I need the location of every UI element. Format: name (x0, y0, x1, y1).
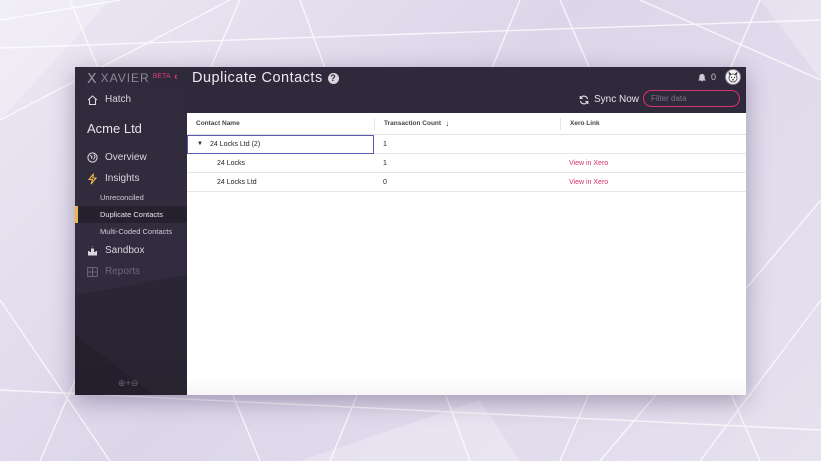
top-bar: Duplicate Contacts ? 0 Sync Now (187, 67, 746, 113)
sync-now-button[interactable]: Sync Now (579, 94, 639, 105)
caret-down-icon[interactable]: ▼ (197, 141, 203, 147)
beta-badge: BETA (152, 72, 171, 80)
sidebar-item-sandbox[interactable]: Sandbox (75, 240, 187, 261)
transaction-count: 1 (383, 159, 387, 167)
hatch-label: Hatch (105, 94, 132, 105)
transaction-count: 0 (383, 178, 387, 186)
group-cell[interactable]: ▼ 24 Locks Ltd (2) (187, 134, 374, 154)
sidebar-subitem-duplicate-contacts[interactable]: Duplicate Contacts (75, 206, 187, 223)
sidebar-item-label: Overview (105, 152, 147, 163)
notifications[interactable]: 0 (698, 72, 716, 82)
sidebar-item-label: Insights (105, 173, 140, 184)
bell-icon (698, 73, 706, 81)
app-window: Ⅹ XAVIER BETA ‹ Hatch Acme Ltd Overview (75, 67, 746, 395)
contact-name: 24 Locks (217, 159, 246, 167)
sidebar-item-insights[interactable]: Insights (75, 168, 187, 189)
group-count: 1 (383, 140, 387, 148)
duplicate-contacts-table: Contact Name Transaction Count ↓ Xero Li… (187, 113, 746, 395)
table-icon (87, 266, 98, 277)
user-avatar[interactable] (725, 69, 741, 85)
xavier-logo-icon: Ⅹ (87, 69, 98, 86)
sidebar-item-label: Sandbox (105, 245, 145, 256)
lightning-icon (87, 172, 98, 185)
column-header-xero-link[interactable]: Xero Link (560, 117, 746, 130)
view-in-xero-link[interactable]: View in Xero (560, 160, 746, 167)
sidebar: Ⅹ XAVIER BETA ‹ Hatch Acme Ltd Overview (75, 67, 187, 395)
sidebar-decoration (75, 275, 187, 395)
sidebar-subitem-unreconciled[interactable]: Unreconciled (75, 189, 187, 206)
refresh-icon (579, 95, 589, 104)
sandcastle-icon (88, 246, 97, 256)
group-name: 24 Locks Ltd (2) (209, 140, 261, 148)
sidebar-nav: Overview Insights Unreconciled Duplicate… (75, 147, 187, 282)
sidebar-item-hatch[interactable]: Hatch (87, 94, 131, 105)
sync-now-label: Sync Now (594, 94, 640, 105)
column-header-contact-name[interactable]: Contact Name (187, 118, 374, 130)
column-header-label: Transaction Count (384, 120, 442, 127)
app-logo[interactable]: Ⅹ XAVIER BETA (87, 69, 171, 86)
org-name[interactable]: Acme Ltd (87, 121, 142, 136)
sidebar-item-reports[interactable]: Reports (75, 261, 187, 282)
notification-count: 0 (711, 72, 717, 82)
table-header: Contact Name Transaction Count ↓ Xero Li… (187, 113, 746, 135)
column-header-transaction-count[interactable]: Transaction Count ↓ (374, 117, 560, 130)
table-row[interactable]: 24 Locks Ltd 0 View in Xero (187, 173, 746, 192)
sidebar-item-label: Reports (105, 266, 141, 277)
view-in-xero-link[interactable]: View in Xero (560, 179, 746, 186)
page-title: Duplicate Contacts (192, 70, 323, 86)
collapse-sidebar-icon[interactable]: ‹ (174, 71, 178, 83)
sort-desc-icon: ↓ (445, 119, 450, 128)
home-icon (87, 94, 98, 105)
sidebar-item-overview[interactable]: Overview (75, 147, 187, 168)
page-title-wrap: Duplicate Contacts ? (192, 70, 339, 86)
help-icon[interactable]: ? (327, 72, 339, 84)
contact-name: 24 Locks Ltd (217, 178, 257, 186)
footer-logo-icon: ⊕+⊖ (118, 378, 139, 388)
sidebar-subitem-multi-coded-contacts[interactable]: Multi-Coded Contacts (75, 223, 187, 240)
dog-avatar-icon (728, 71, 738, 83)
brand-name: XAVIER (100, 71, 150, 85)
bottom-fade (187, 377, 746, 395)
table-group-row[interactable]: ▼ 24 Locks Ltd (2) 1 (187, 134, 746, 154)
globe-icon (87, 152, 98, 163)
table-row[interactable]: 24 Locks 1 View in Xero (187, 154, 746, 173)
filter-input[interactable] (643, 90, 740, 107)
